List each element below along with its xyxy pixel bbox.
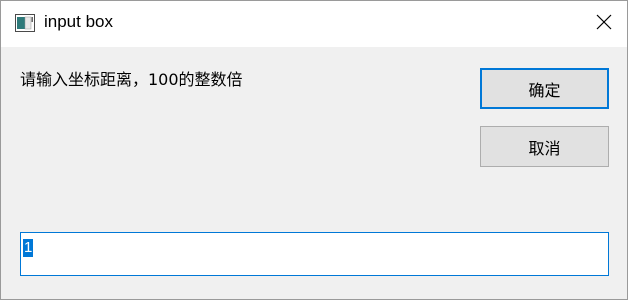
app-window-icon — [15, 14, 35, 32]
prompt-label: 请输入坐标距离，100的整数倍 — [20, 70, 243, 89]
input-box-window: input box 请输入坐标距离，100的整数倍 确定 取消 1 — [0, 0, 628, 300]
close-button[interactable] — [581, 1, 627, 47]
input-selected-text: 1 — [23, 239, 34, 257]
window-title: input box — [44, 12, 113, 31]
close-icon — [596, 14, 612, 34]
cancel-button[interactable]: 取消 — [480, 126, 609, 167]
title-bar[interactable]: input box — [1, 1, 627, 47]
value-input[interactable]: 1 — [20, 232, 609, 276]
ok-button[interactable]: 确定 — [480, 68, 609, 109]
